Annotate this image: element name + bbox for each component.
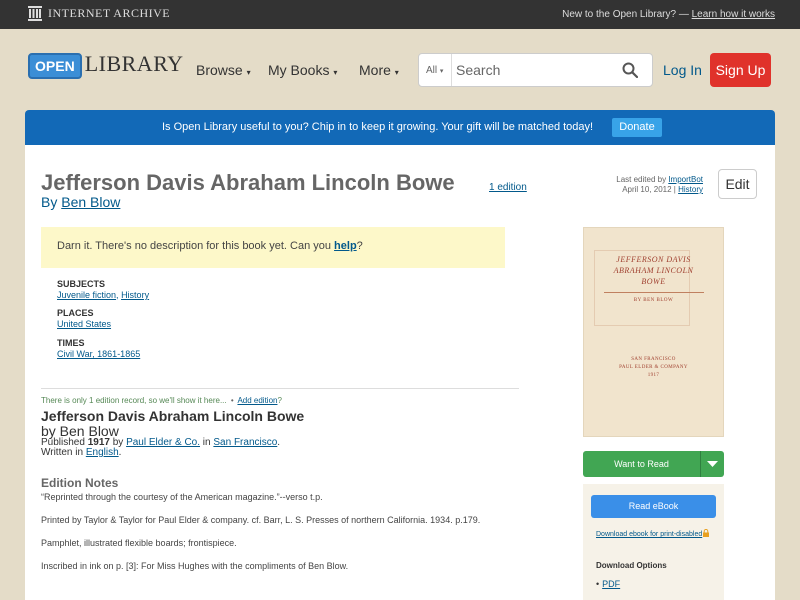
written-prefix: Written in: [41, 447, 84, 458]
search-bar: All ▾: [418, 53, 653, 87]
cover-rule: [604, 292, 704, 293]
author-line: By Ben Blow: [41, 194, 120, 210]
bullet: •: [596, 579, 600, 589]
search-scope-select[interactable]: All ▾: [419, 54, 452, 86]
cover-publisher-line: 1917: [647, 373, 660, 378]
history-link[interactable]: History: [678, 185, 703, 194]
search-icon[interactable]: [622, 62, 639, 83]
cover-title-line: JEFFERSON DAVIS: [616, 255, 691, 264]
facet-label: TIMES: [57, 338, 85, 348]
caret-down-icon: ▾: [246, 68, 251, 77]
site-header: OPEN LIBRARY Browse ▾ My Books ▾ More ▾ …: [0, 29, 800, 110]
edition-note: Inscribed in ink on p. [3]: For Miss Hug…: [41, 561, 349, 571]
learn-how-link[interactable]: Learn how it works: [692, 9, 775, 20]
nav-more[interactable]: More ▾: [359, 62, 399, 78]
internet-archive-bar: Internet Archive New to the Open Library…: [0, 0, 800, 29]
read-ebook-button[interactable]: Read eBook: [591, 495, 716, 518]
cover-title-line: ABRAHAM LINCOLN: [613, 266, 694, 275]
edition-note: Pamphlet, illustrated flexible boards; f…: [41, 538, 237, 548]
caret-down-icon: [701, 461, 724, 479]
subject-link[interactable]: History: [121, 290, 149, 300]
edition-title: Jefferson Davis Abraham Lincoln Bowe: [41, 408, 305, 424]
edition-note: “Reprinted through the courtesy of the A…: [41, 492, 323, 502]
logo-library-text: LIBRARY: [84, 51, 184, 76]
edition-note: Printed by Taylor & Taylor for Paul Elde…: [41, 515, 481, 525]
cover-publisher-line: PAUL ELDER & COMPANY: [619, 365, 688, 370]
description-suffix: ?: [356, 240, 363, 252]
single-edition-notice: There is only 1 edition record, so we'll…: [41, 396, 282, 405]
last-edited-date: April 10, 2012 |: [622, 185, 676, 194]
search-input[interactable]: [456, 54, 616, 86]
by-prefix: By: [41, 194, 58, 210]
facet-label: SUBJECTS: [57, 279, 106, 289]
edit-button[interactable]: Edit: [718, 169, 757, 199]
edition-notes-heading: Edition Notes: [41, 476, 119, 490]
donation-message: Is Open Library useful to you? Chip in t…: [162, 121, 594, 133]
add-edition-suffix: ?: [277, 396, 282, 405]
cover-publisher: SAN FRANCISCO PAUL ELDER & COMPANY 1917: [584, 356, 723, 380]
facet-times: TIMES Civil War, 1861-1865: [57, 338, 140, 359]
book-page-content: Jefferson Davis Abraham Lincoln Bowe 1 e…: [25, 145, 775, 600]
cover-title: JEFFERSON DAVIS ABRAHAM LINCOLN BOWE: [584, 254, 723, 287]
last-edited-user-link[interactable]: ImportBot: [668, 175, 703, 184]
reading-list-dropdown[interactable]: [701, 451, 724, 477]
section-divider: [41, 388, 519, 389]
cover-author: BY BEN BLOW: [633, 298, 674, 303]
time-link[interactable]: Civil War, 1861-1865: [57, 349, 140, 359]
donate-button[interactable]: Donate: [612, 118, 662, 137]
caret-down-icon: ▾: [394, 68, 399, 77]
want-to-read-button: Want to Read: [583, 451, 724, 477]
new-user-promo: New to the Open Library? — Learn how it …: [562, 9, 775, 20]
author-link[interactable]: Ben Blow: [61, 194, 120, 210]
edition-notice-text: There is only 1 edition record, so we'll…: [41, 396, 227, 405]
facet-places: PLACES United States: [57, 308, 111, 329]
want-to-read-label[interactable]: Want to Read: [583, 451, 700, 477]
print-disabled-link[interactable]: Download ebook for print-disabled: [596, 531, 702, 538]
download-pdf-item: • PDF: [596, 579, 620, 589]
pdf-download-link[interactable]: PDF: [602, 579, 620, 589]
archive-building-icon: [28, 6, 42, 21]
last-edited-prefix: Last edited by: [616, 175, 667, 184]
internet-archive-wordmark: Internet Archive: [48, 6, 171, 20]
login-link[interactable]: Log In: [663, 62, 702, 78]
promo-text: New to the Open Library? —: [562, 9, 689, 20]
publisher-link[interactable]: Paul Elder & Co.: [126, 437, 200, 448]
lock-icon: [703, 528, 710, 539]
ebook-panel: Read eBook Download ebook for print-disa…: [583, 484, 724, 600]
caret-down-icon: ▾: [333, 68, 338, 77]
period: .: [277, 437, 281, 448]
nav-my-books[interactable]: My Books ▾: [268, 62, 337, 78]
subject-link[interactable]: Juvenile fiction: [57, 290, 116, 300]
add-edition-link[interactable]: Add edition: [237, 396, 277, 405]
download-options-heading: Download Options: [596, 561, 667, 570]
nav-browse[interactable]: Browse ▾: [196, 62, 251, 78]
language-link[interactable]: English: [86, 447, 119, 458]
open-library-logo[interactable]: OPEN LIBRARY: [28, 51, 184, 79]
last-edited-info: Last edited by ImportBot April 10, 2012 …: [585, 175, 703, 195]
cover-publisher-line: SAN FRANCISCO: [631, 357, 676, 362]
publish-place-link[interactable]: San Francisco: [213, 437, 277, 448]
logo-open-badge: OPEN: [28, 53, 82, 79]
edition-language: Written in English.: [41, 447, 121, 458]
internet-archive-logo[interactable]: Internet Archive: [28, 6, 170, 21]
separator-dot: •: [230, 396, 234, 405]
place-link[interactable]: United States: [57, 319, 111, 329]
signup-button[interactable]: Sign Up: [710, 53, 771, 87]
cover-title-line: BOWE: [641, 277, 666, 286]
caret-down-icon: ▾: [439, 68, 444, 75]
description-text: Darn it. There's no description for this…: [57, 240, 331, 252]
help-link[interactable]: help: [334, 240, 357, 252]
donation-banner: Is Open Library useful to you? Chip in t…: [25, 110, 775, 145]
book-cover[interactable]: JEFFERSON DAVIS ABRAHAM LINCOLN BOWE BY …: [583, 227, 724, 437]
facet-label: PLACES: [57, 308, 94, 318]
edition-count-link[interactable]: 1 edition: [489, 182, 527, 193]
print-disabled-download: Download ebook for print-disabled: [596, 528, 710, 539]
work-title: Jefferson Davis Abraham Lincoln Bowe: [41, 170, 455, 195]
period: .: [118, 447, 122, 458]
in-word: in: [202, 437, 211, 448]
facet-subjects: SUBJECTS Juvenile fiction, History: [57, 279, 150, 300]
description-placeholder: Darn it. There's no description for this…: [41, 227, 505, 268]
